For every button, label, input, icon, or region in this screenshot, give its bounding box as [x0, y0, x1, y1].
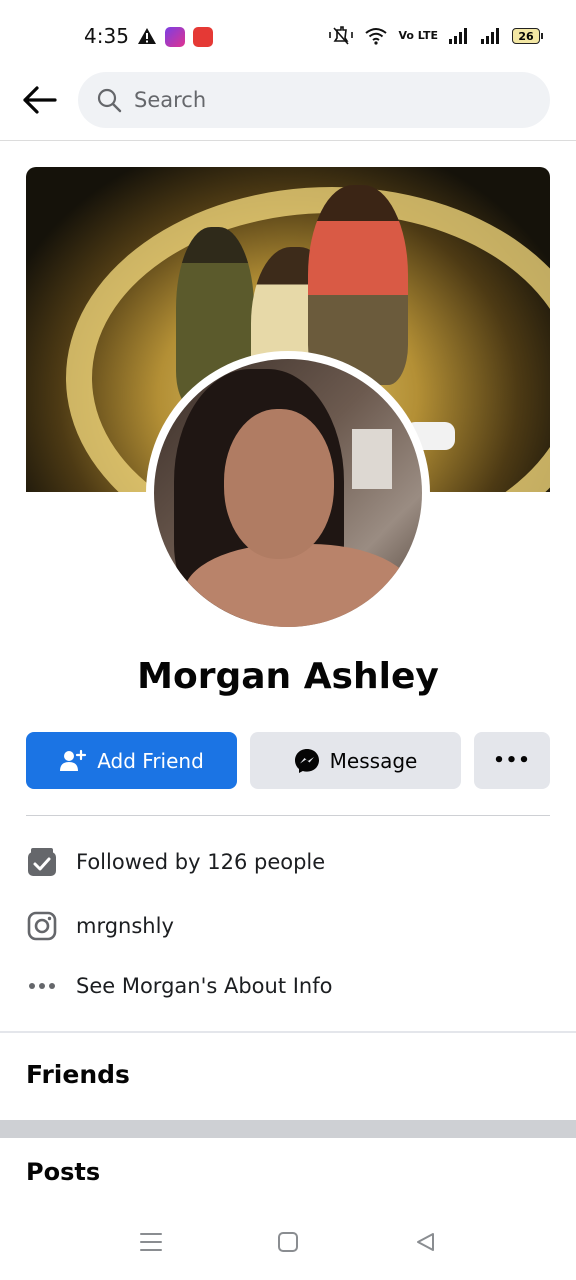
menu-icon	[140, 1233, 162, 1251]
add-friend-button[interactable]: Add Friend	[26, 732, 237, 789]
add-friend-icon	[60, 749, 87, 771]
back-triangle-icon	[417, 1233, 434, 1251]
profile-picture[interactable]	[146, 351, 430, 635]
more-icon: •••	[493, 750, 531, 771]
battery-icon: 26	[512, 28, 543, 44]
instagram-row[interactable]: mrgnshly	[26, 904, 174, 948]
friends-section-title[interactable]: Friends	[26, 1060, 130, 1089]
back-arrow-icon	[23, 86, 57, 114]
add-friend-label: Add Friend	[97, 748, 204, 773]
status-bar: 4:35 Vo LTE 26	[0, 0, 576, 72]
home-square-icon	[278, 1232, 298, 1252]
app-notification-icon	[193, 27, 213, 47]
menu-nav-button[interactable]	[131, 1222, 171, 1262]
search-input[interactable]: Search	[78, 72, 550, 128]
followers-icon	[26, 846, 58, 878]
more-options-button[interactable]: •••	[474, 732, 550, 789]
message-label: Message	[329, 748, 418, 773]
about-info-text: See Morgan's About Info	[76, 974, 333, 998]
ellipsis-icon	[26, 970, 58, 1002]
status-icons: Vo LTE 26	[328, 26, 543, 46]
section-separator	[0, 1120, 576, 1138]
messenger-icon	[294, 748, 319, 773]
about-info-row[interactable]: See Morgan's About Info	[26, 964, 332, 1008]
search-placeholder: Search	[134, 88, 207, 112]
followed-by-row: Followed by 126 people	[26, 840, 325, 884]
message-button[interactable]: Message	[250, 732, 461, 789]
instagram-handle: mrgnshly	[76, 914, 174, 938]
app-notification-icon	[165, 27, 185, 47]
system-navigation-bar	[0, 1200, 576, 1280]
network-label: Vo LTE	[398, 29, 438, 42]
back-nav-button[interactable]	[405, 1222, 445, 1262]
followed-by-text: Followed by 126 people	[76, 850, 326, 874]
posts-section-title: Posts	[26, 1158, 101, 1186]
instagram-icon	[26, 910, 58, 942]
search-icon	[97, 88, 122, 113]
warning-icon	[138, 28, 156, 44]
signal-icon	[449, 28, 467, 44]
signal-icon	[481, 28, 499, 44]
vibrate-icon	[329, 26, 354, 45]
wifi-icon	[365, 28, 388, 45]
divider	[0, 1031, 576, 1033]
profile-name: Morgan Ashley	[137, 656, 439, 697]
divider	[26, 815, 550, 816]
home-nav-button[interactable]	[268, 1222, 308, 1262]
top-bar: Search	[0, 72, 576, 141]
status-time: 4:35	[84, 24, 129, 48]
back-button[interactable]	[18, 82, 60, 118]
